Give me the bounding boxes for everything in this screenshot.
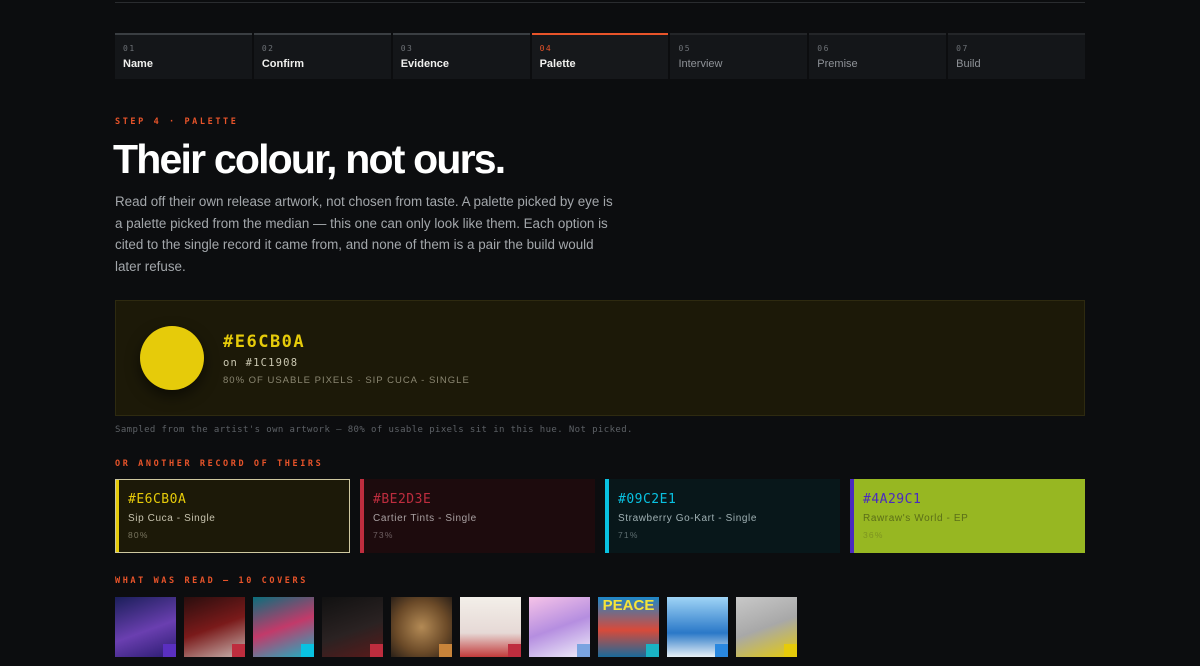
palette-option[interactable]: #E6CB0A Sip Cuca - Single 80% <box>115 479 350 553</box>
cover-thumbnail[interactable] <box>253 597 314 657</box>
progress-stepper: 01 Name 02 Confirm 03 Evidence 04 Palette 05… <box>115 33 1086 79</box>
step-label: Confirm <box>261 58 305 70</box>
step-interview[interactable]: 05 Interview <box>670 33 808 79</box>
step-label: Palette <box>539 58 576 70</box>
step-number: 04 <box>539 44 553 53</box>
cover-colour-chip <box>370 644 383 657</box>
palette-option[interactable]: #BE2D3E Cartier Tints - Single 73% <box>360 479 595 553</box>
selected-hex: #E6CB0A <box>223 332 306 352</box>
cover-thumbnail[interactable] <box>667 597 728 657</box>
option-percent: 73% <box>373 530 394 540</box>
option-record: Cartier Tints - Single <box>373 513 477 524</box>
cover-thumbnail[interactable] <box>736 597 797 657</box>
option-record: Sip Cuca - Single <box>128 513 216 524</box>
step-number: 06 <box>817 44 830 53</box>
cover-colour-chip <box>577 644 590 657</box>
option-hex: #4A29C1 <box>863 492 922 507</box>
cover-thumbnail[interactable] <box>184 597 245 657</box>
cover-colour-chip <box>439 644 452 657</box>
page-title: Their colour, not ours. <box>113 136 506 182</box>
option-hex: #BE2D3E <box>373 492 432 507</box>
step-number: 01 <box>123 44 136 53</box>
cover-colour-chip <box>646 644 659 657</box>
step-number: 03 <box>400 44 414 53</box>
cover-title: PEACE <box>602 597 655 614</box>
cover-colour-chip <box>163 644 176 657</box>
step-label: Interview <box>678 58 723 70</box>
step-number: 05 <box>678 44 692 53</box>
option-percent: 80% <box>128 530 149 540</box>
option-percent: 71% <box>618 530 639 540</box>
option-hex: #E6CB0A <box>128 492 187 507</box>
colour-swatch-dot <box>140 326 204 390</box>
step-number: 02 <box>261 44 275 53</box>
covers-heading: WHAT WAS READ — 10 COVERS <box>115 576 308 586</box>
step-label: Name <box>123 58 153 70</box>
cover-thumbnail[interactable] <box>460 597 521 657</box>
sampling-note: Sampled from the artist's own artwork — … <box>115 425 633 435</box>
step-name[interactable]: 01 Name <box>115 33 252 79</box>
palette-options: #E6CB0A Sip Cuca - Single 80% #BE2D3E Car… <box>115 479 1085 553</box>
option-record: Strawberry Go-Kart - Single <box>618 513 758 524</box>
step-premise[interactable]: 06 Premise <box>809 33 947 79</box>
top-divider <box>115 2 1085 3</box>
selected-palette-card: #E6CB0A on #1C1908 80% OF USABLE PIXELS … <box>115 300 1085 416</box>
step-eyebrow: STEP 4 · PALETTE <box>115 117 239 127</box>
source-meta: 80% OF USABLE PIXELS · SIP CUCA - SINGLE <box>223 375 470 386</box>
background-hex: on #1C1908 <box>223 357 299 369</box>
step-label: Premise <box>817 58 858 70</box>
cover-thumbnail[interactable] <box>322 597 383 657</box>
cover-list: PEACE <box>115 597 797 657</box>
step-evidence[interactable]: 03 Evidence <box>392 33 530 79</box>
option-percent: 36% <box>863 530 884 540</box>
palette-option[interactable]: #4A29C1 Rawraw's World - EP 36% <box>850 479 1085 553</box>
cover-thumbnail[interactable] <box>529 597 590 657</box>
cover-colour-chip <box>715 644 728 657</box>
cover-colour-chip <box>232 644 245 657</box>
cover-thumbnail[interactable] <box>115 597 176 657</box>
option-hex: #09C2E1 <box>618 492 677 507</box>
options-heading: OR ANOTHER RECORD OF THEIRS <box>115 459 324 469</box>
option-record: Rawraw's World - EP <box>863 513 969 524</box>
palette-option[interactable]: #09C2E1 Strawberry Go-Kart - Single 71% <box>605 479 840 553</box>
cover-colour-chip <box>508 644 521 657</box>
step-confirm[interactable]: 02 Confirm <box>253 33 391 79</box>
step-label: Build <box>956 58 981 70</box>
cover-thumbnail[interactable]: PEACE <box>598 597 659 657</box>
step-palette[interactable]: 04 Palette <box>531 33 669 79</box>
cover-colour-chip <box>301 644 314 657</box>
intro-paragraph: Read off their own release artwork, not … <box>115 194 613 274</box>
step-build[interactable]: 07 Build <box>948 33 1086 79</box>
cover-colour-chip <box>784 644 797 657</box>
step-number: 07 <box>956 44 969 53</box>
cover-thumbnail[interactable] <box>391 597 452 657</box>
step-label: Evidence <box>400 58 450 70</box>
